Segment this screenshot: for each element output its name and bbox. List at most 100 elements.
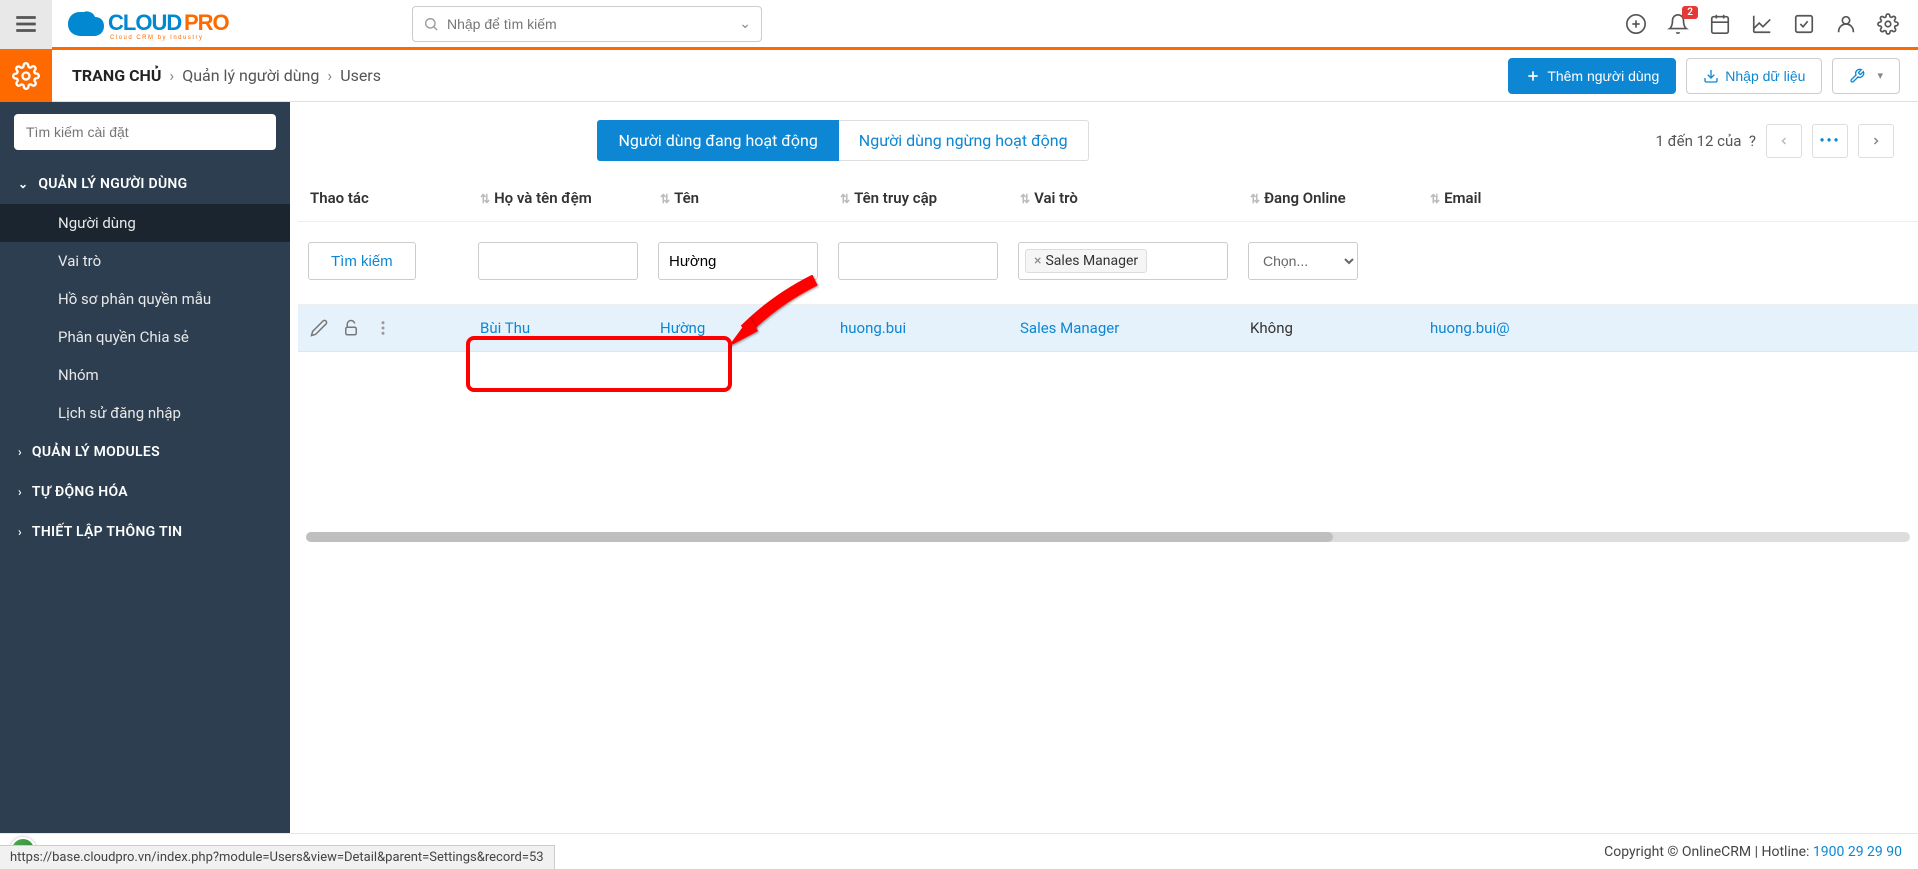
- lock-icon[interactable]: [342, 319, 360, 337]
- notification-badge: 2: [1682, 6, 1698, 19]
- sort-icon: ⇅: [1250, 192, 1260, 206]
- sidebar-group-header-users[interactable]: ⌄ QUẢN LÝ NGƯỜI DÙNG: [0, 164, 290, 204]
- sort-icon: ⇅: [480, 192, 490, 206]
- role-tag: × Sales Manager: [1025, 249, 1147, 273]
- sort-icon: ⇅: [1020, 192, 1030, 206]
- content: Người dùng đang hoạt động Người dùng ngừ…: [290, 102, 1918, 866]
- dots-icon: •••: [1819, 133, 1840, 149]
- calendar-button[interactable]: [1708, 12, 1732, 36]
- plus-icon: [1525, 68, 1541, 84]
- global-search-input[interactable]: [447, 16, 739, 32]
- settings-button[interactable]: [1876, 12, 1900, 36]
- sidebar-group-users: ⌄ QUẢN LÝ NGƯỜI DÙNG Người dùng Vai trò …: [0, 164, 290, 432]
- svg-text:CLOUD: CLOUD: [108, 10, 181, 35]
- cell-email[interactable]: huong.bui@: [1430, 319, 1510, 337]
- notifications-button[interactable]: 2: [1666, 12, 1690, 36]
- tag-remove[interactable]: ×: [1034, 253, 1041, 269]
- cloudpro-logo-icon: CLOUD PRO Cloud CRM by Industry: [62, 4, 242, 44]
- sidebar-group-label: QUẢN LÝ MODULES: [32, 444, 160, 460]
- tools-button[interactable]: ▾: [1832, 58, 1900, 94]
- row-actions: [310, 319, 456, 337]
- col-lastname[interactable]: ⇅Họ và tên đệm: [468, 175, 648, 222]
- chevron-left-icon: [1778, 135, 1790, 147]
- cell-role[interactable]: Sales Manager: [1020, 319, 1119, 337]
- global-search[interactable]: ⌄: [412, 6, 762, 42]
- sidebar-item-users[interactable]: Người dùng: [0, 204, 290, 242]
- sidebar-search: [14, 114, 276, 150]
- pager-next[interactable]: [1858, 124, 1894, 158]
- profile-button[interactable]: [1834, 12, 1858, 36]
- sidebar-search-input[interactable]: [14, 114, 276, 150]
- sort-icon: ⇅: [840, 192, 850, 206]
- col-role[interactable]: ⇅Vai trò: [1008, 175, 1238, 222]
- hotline-link[interactable]: 1900 29 29 90: [1813, 844, 1902, 860]
- chevron-right-icon: ›: [327, 66, 332, 85]
- edit-icon[interactable]: [310, 319, 328, 337]
- filter-online[interactable]: Chọn...: [1248, 242, 1358, 280]
- search-icon: [423, 16, 439, 32]
- col-online[interactable]: ⇅Đang Online: [1238, 175, 1418, 222]
- pager: 1 đến 12 của ? •••: [1656, 124, 1894, 158]
- check-square-icon: [1793, 13, 1815, 35]
- hamburger-menu[interactable]: [0, 0, 52, 49]
- breadcrumb-actions: Thêm người dùng Nhập dữ liệu ▾: [1508, 58, 1918, 94]
- cell-username[interactable]: huong.bui: [840, 319, 906, 337]
- breadcrumb: TRANG CHỦ › Quản lý người dùng › Users: [72, 66, 381, 85]
- add-user-label: Thêm người dùng: [1547, 68, 1659, 84]
- cell-lastname[interactable]: Bùi Thu: [480, 319, 530, 337]
- cell-firstname[interactable]: Hường: [660, 319, 705, 337]
- sidebar-group-header-automation[interactable]: › TỰ ĐỘNG HÓA: [0, 472, 290, 512]
- tab-active-users[interactable]: Người dùng đang hoạt động: [597, 120, 838, 161]
- col-email[interactable]: ⇅Email: [1418, 175, 1918, 222]
- filter-username[interactable]: [838, 242, 998, 280]
- sidebar: ⌄ QUẢN LÝ NGƯỜI DÙNG Người dùng Vai trò …: [0, 102, 290, 866]
- settings-tile[interactable]: [0, 50, 52, 102]
- breadcrumb-level1[interactable]: Quản lý người dùng: [182, 66, 319, 85]
- chevron-down-icon[interactable]: ⌄: [739, 16, 751, 32]
- filter-role[interactable]: × Sales Manager: [1018, 242, 1228, 280]
- logo[interactable]: CLOUD PRO Cloud CRM by Industry: [62, 4, 242, 44]
- col-firstname[interactable]: ⇅Tên: [648, 175, 828, 222]
- chevron-down-icon: ⌄: [18, 177, 28, 191]
- pager-more[interactable]: •••: [1812, 124, 1848, 158]
- more-vertical-icon[interactable]: [374, 319, 392, 337]
- sidebar-group-header-modules[interactable]: › QUẢN LÝ MODULES: [0, 432, 290, 472]
- sidebar-item-groups[interactable]: Nhóm: [0, 356, 290, 394]
- chevron-down-icon: ▾: [1877, 69, 1883, 82]
- filter-lastname[interactable]: [478, 242, 638, 280]
- horizontal-scrollbar[interactable]: [306, 532, 1910, 542]
- import-button[interactable]: Nhập dữ liệu: [1686, 58, 1822, 94]
- sidebar-item-roles[interactable]: Vai trò: [0, 242, 290, 280]
- reports-button[interactable]: [1750, 12, 1774, 36]
- tab-inactive-users[interactable]: Người dùng ngừng hoạt động: [839, 120, 1089, 161]
- scrollbar-thumb[interactable]: [306, 532, 1333, 542]
- chevron-right-icon: ›: [18, 525, 22, 539]
- sidebar-group-header-config[interactable]: › THIẾT LẬP THÔNG TIN: [0, 512, 290, 552]
- breadcrumb-bar: TRANG CHỦ › Quản lý người dùng › Users T…: [0, 50, 1918, 102]
- filter-firstname[interactable]: [658, 242, 818, 280]
- gear-icon: [12, 62, 40, 90]
- add-button[interactable]: [1624, 12, 1648, 36]
- table-row[interactable]: Bùi Thu Hường huong.bui Sales Manager Kh…: [298, 305, 1918, 352]
- sidebar-item-profiles[interactable]: Hồ sơ phân quyền mẫu: [0, 280, 290, 318]
- col-actions: Thao tác: [298, 175, 468, 222]
- chart-icon: [1751, 13, 1773, 35]
- add-user-button[interactable]: Thêm người dùng: [1508, 58, 1676, 94]
- pager-prev[interactable]: [1766, 124, 1802, 158]
- import-label: Nhập dữ liệu: [1725, 68, 1805, 84]
- sidebar-item-sharing[interactable]: Phân quyền Chia sẻ: [0, 318, 290, 356]
- search-button[interactable]: Tìm kiếm: [308, 242, 416, 280]
- top-header: CLOUD PRO Cloud CRM by Industry ⌄ 2: [0, 0, 1918, 50]
- table-wrap: Thao tác ⇅Họ và tên đệm ⇅Tên ⇅Tên truy c…: [290, 175, 1918, 542]
- breadcrumb-level2[interactable]: Users: [340, 66, 381, 85]
- sidebar-group-label: TỰ ĐỘNG HÓA: [32, 484, 128, 500]
- sidebar-item-login-history[interactable]: Lịch sử đăng nhập: [0, 394, 290, 432]
- calendar-icon: [1709, 13, 1731, 35]
- top-icon-bar: 2: [1624, 12, 1918, 36]
- breadcrumb-home[interactable]: TRANG CHỦ: [72, 66, 161, 85]
- user-icon: [1835, 13, 1857, 35]
- tabs-row: Người dùng đang hoạt động Người dùng ngừ…: [290, 102, 1918, 175]
- chevron-right-icon: [1870, 135, 1882, 147]
- col-username[interactable]: ⇅Tên truy cập: [828, 175, 1008, 222]
- tasks-button[interactable]: [1792, 12, 1816, 36]
